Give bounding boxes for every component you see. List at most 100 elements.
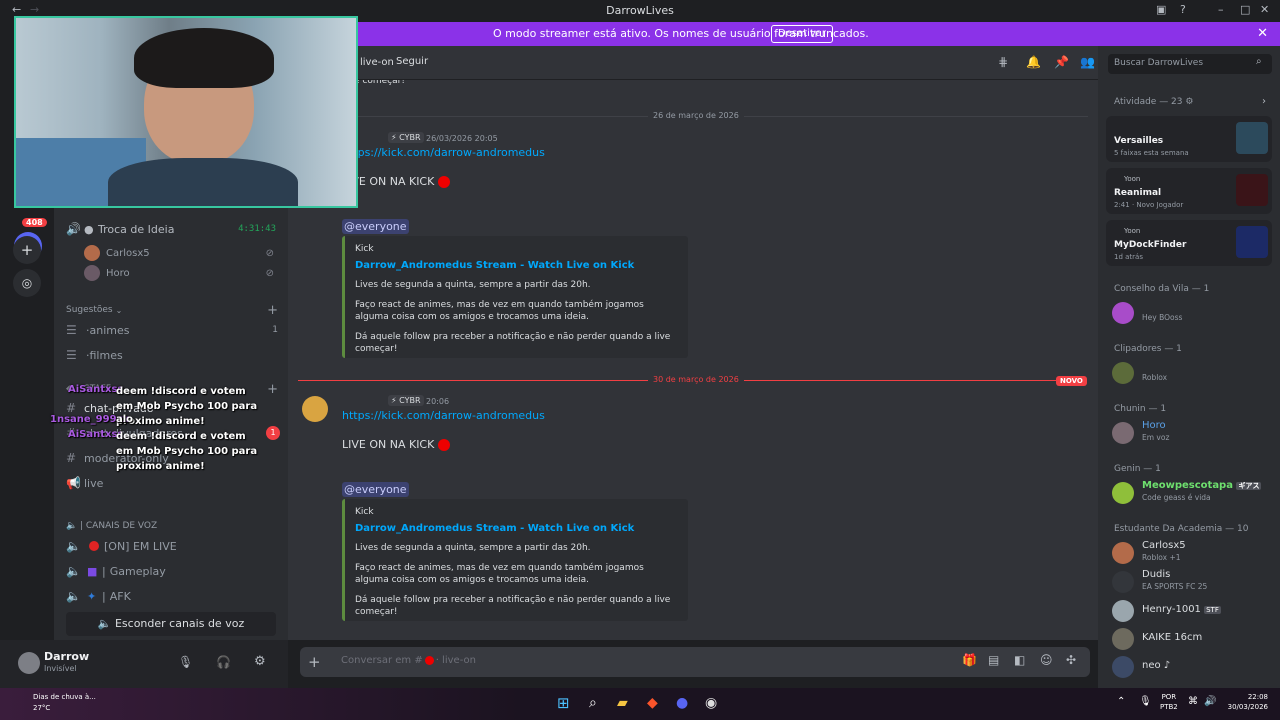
apps-icon[interactable]: ✣ <box>1066 653 1076 667</box>
channel-filmes[interactable]: ☰ · filmes <box>66 343 282 367</box>
microphone-icon[interactable]: 🎙 <box>178 655 193 669</box>
inbox-icon[interactable]: ▣ <box>1156 3 1166 16</box>
gif-icon[interactable]: ▤ <box>988 653 999 667</box>
message-time: 20:06 <box>426 397 450 406</box>
file-explorer-icon[interactable]: ▰ <box>617 695 628 711</box>
follow-button[interactable]: Seguir <box>396 56 428 67</box>
activity-card[interactable]: Yoon MyDockFinder 1d atrás <box>1106 220 1272 266</box>
settings-gear-icon[interactable]: ⚙ <box>254 654 266 669</box>
member-name: neo ♪ <box>1142 660 1171 671</box>
voice-channel-name: Troca de Ideia <box>98 222 175 236</box>
message-link[interactable]: https://kick.com/darrow-andromedus <box>342 409 545 422</box>
volume-icon[interactable]: 🔊 <box>1204 696 1216 707</box>
add-server-icon[interactable]: + <box>13 236 41 264</box>
member-name: KAIKE 16cm <box>1142 632 1203 643</box>
member-name: Henry-1001 STF <box>1142 604 1221 615</box>
windows-start-icon[interactable]: ⊞ <box>557 694 570 712</box>
muted-icon: ⊘ <box>265 247 274 259</box>
hide-voice-label: Esconder canais de voz <box>114 617 245 630</box>
maximize-icon[interactable]: □ <box>1240 3 1250 16</box>
voice-channel-em-live[interactable]: 🔈 [ON] EM LIVE <box>66 534 282 558</box>
add-channel-icon[interactable]: + <box>267 303 278 318</box>
embed-description: Faço react de animes, mas de vez em quan… <box>355 300 644 322</box>
everyone-mention[interactable]: @everyone <box>342 219 409 234</box>
headphones-icon[interactable]: 🎧 <box>216 655 231 669</box>
obs-icon[interactable]: ◉ <box>705 695 717 711</box>
search-icon[interactable]: ⌕ <box>589 695 597 711</box>
activity-card[interactable]: Versailles 5 faixas esta semana <box>1106 116 1272 162</box>
member-item[interactable]: Hey BOoss <box>1112 300 1272 328</box>
muted-icon: ⊘ <box>265 267 274 279</box>
message-link[interactable]: https://kick.com/darrow-andromedus <box>342 146 545 159</box>
avatar[interactable] <box>18 652 40 674</box>
help-icon[interactable]: ? <box>1180 3 1186 16</box>
member-status: Code geass é vida <box>1142 493 1211 502</box>
member-item[interactable]: KAIKE 16cm <box>1112 626 1272 654</box>
voice-user-name: Horo <box>106 267 130 279</box>
embed-title[interactable]: Darrow_Andromedus Stream - Watch Live on… <box>355 260 678 271</box>
gamepad-icon: ■ <box>87 564 98 578</box>
activity-name: MyDockFinder <box>1114 240 1187 250</box>
clock[interactable]: 22:08 30/03/2026 <box>1222 692 1268 712</box>
search-icon: ⌕ <box>1256 56 1262 67</box>
message-composer[interactable]: + Conversar em # · live-on 🎁 ▤ ◧ ☺ ✣ <box>300 647 1090 677</box>
microphone-icon[interactable]: 🎙 <box>1139 696 1152 707</box>
overlay-chat-message: deem !discord e votem em Mob Psycho 100 … <box>116 431 258 472</box>
voice-channel-gameplay[interactable]: 🔈 ■ | Gameplay <box>66 559 282 583</box>
chevron-up-icon[interactable]: ⌃ <box>1117 696 1125 707</box>
activity-user: Yoon <box>1124 227 1141 235</box>
weather-text[interactable]: Dias de chuva à... <box>33 693 96 701</box>
keyboard-language[interactable]: POR PTB2 <box>1160 692 1178 712</box>
role-tag: ⚡ CYBR <box>388 395 424 406</box>
add-attachment-icon[interactable]: + <box>308 653 321 671</box>
message-text: LIVE ON NA KICK <box>342 175 451 188</box>
server-badge: 408 <box>22 218 47 227</box>
network-icon[interactable]: ⌘ <box>1188 696 1198 707</box>
composer-placeholder[interactable]: Conversar em # · live-on <box>341 655 476 666</box>
embed-description: Dá aquele follow pra receber a notificaç… <box>355 595 671 617</box>
member-status: Em voz <box>1142 433 1170 442</box>
member-item[interactable]: Dudis EA SPORTS FC 25 <box>1112 569 1272 597</box>
explore-icon[interactable]: ◎ <box>13 269 41 297</box>
member-item[interactable]: Horo Em voz <box>1112 420 1272 448</box>
gift-icon[interactable]: 🎁 <box>962 653 977 667</box>
emoji-icon[interactable]: ☺ <box>1040 653 1053 667</box>
red-circle-icon <box>438 439 451 451</box>
avatar <box>84 245 100 261</box>
discord-icon[interactable]: ● <box>676 695 688 711</box>
pin-icon[interactable]: 📌 <box>1054 55 1069 69</box>
avatar <box>1112 600 1134 622</box>
voice-channel-afk[interactable]: 🔈 ✦ | AFK <box>66 584 282 608</box>
member-search-input[interactable]: Buscar DarrowLives ⌕ <box>1108 54 1272 74</box>
threads-icon[interactable]: ⋕ <box>998 55 1008 69</box>
channel-live[interactable]: 📢 live <box>66 471 282 495</box>
add-channel-icon[interactable]: + <box>267 382 278 397</box>
activity-art <box>1236 226 1268 258</box>
minimize-icon[interactable]: – <box>1218 3 1224 16</box>
close-window-icon[interactable]: ✕ <box>1260 3 1269 16</box>
sticker-icon[interactable]: ◧ <box>1014 653 1025 667</box>
member-item[interactable]: neo ♪ <box>1112 654 1272 682</box>
chevron-right-icon[interactable]: › <box>1262 96 1266 107</box>
member-item[interactable]: Carlosx5 Roblox +1 <box>1112 540 1272 568</box>
voice-user[interactable]: Horo ⊘ <box>84 261 280 285</box>
member-item[interactable]: Roblox <box>1112 360 1272 388</box>
member-item[interactable]: Henry-1001 STF <box>1112 598 1272 626</box>
channel-animes[interactable]: ☰ · animes 1 <box>66 318 282 342</box>
notification-bell-icon[interactable]: 🔔 <box>1026 55 1041 69</box>
avatar[interactable] <box>302 396 328 422</box>
member-group-title: Clipadores — 1 <box>1114 344 1182 354</box>
brave-browser-icon[interactable]: ◆ <box>647 695 658 711</box>
activity-header: Atividade — 23 ⚙ <box>1114 97 1194 107</box>
embed-title[interactable]: Darrow_Andromedus Stream - Watch Live on… <box>355 523 678 534</box>
activity-card[interactable]: Yoon Reanimal 2:41 · Novo Jogador <box>1106 168 1272 214</box>
voice-channel-troca-de-ideia[interactable]: 🔊 ● Troca de Ideia 4:31:43 <box>66 217 282 241</box>
hide-voice-channels-button[interactable]: 🔈 Esconder canais de voz <box>66 612 276 636</box>
kick-embed: Kick Darrow_Andromedus Stream - Watch Li… <box>342 236 688 358</box>
voice-timer: 4:31:43 <box>238 224 276 234</box>
everyone-mention[interactable]: @everyone <box>342 482 409 497</box>
member-item[interactable]: Meowpescotapa ギアス Code geass é vida <box>1112 480 1272 508</box>
member-list-icon[interactable]: 👥 <box>1080 55 1095 69</box>
disable-streamer-button[interactable]: Desativar <box>771 25 834 43</box>
close-banner-icon[interactable]: ✕ <box>1257 26 1268 41</box>
